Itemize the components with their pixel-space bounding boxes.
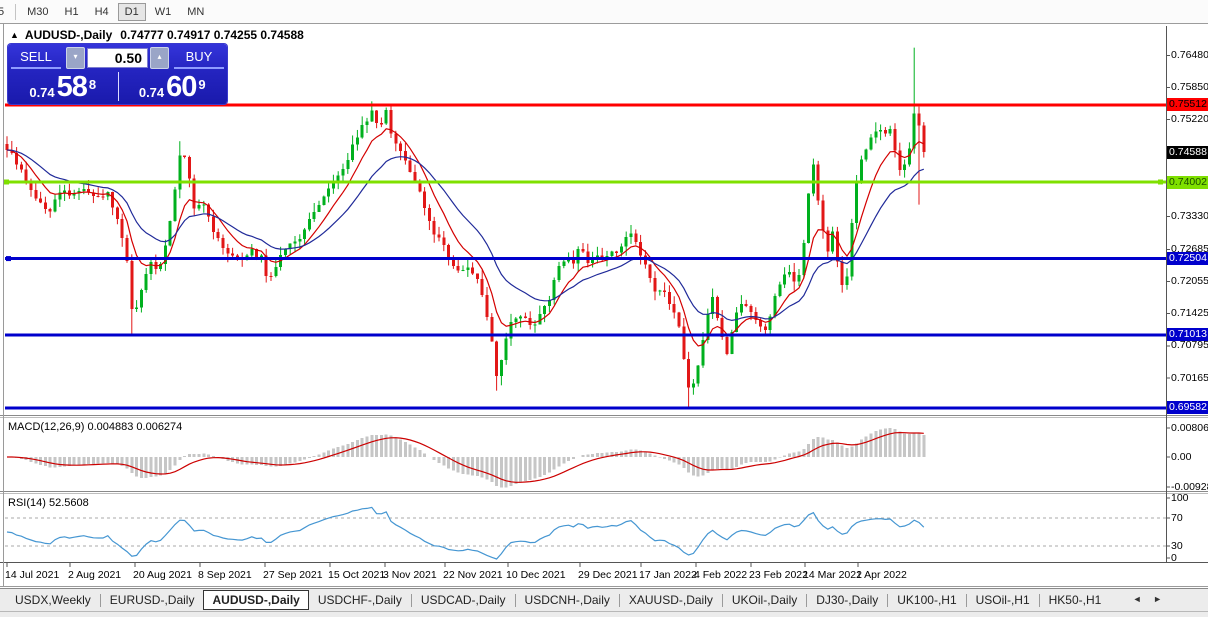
chart-ohlc-values: 0.74777 0.74917 0.74255 0.74588: [120, 28, 304, 42]
price-tick-label: 0.70165: [1171, 371, 1208, 384]
chart-symbol-label: AUDUSD-,Daily: [24, 28, 113, 42]
tab-uk100-h1[interactable]: UK100-,H1: [888, 590, 965, 610]
date-tick-label: 20 Aug 2021: [133, 569, 192, 581]
tab-ukoil-daily[interactable]: UKOil-,Daily: [723, 590, 806, 610]
rsi-axis-label: 70: [1171, 511, 1183, 524]
date-tick-label: 23 Feb 2022: [749, 569, 808, 581]
one-click-trading-panel: SELL ▾ 0.50 ▴ BUY 0.74 58 8 0.74 60 9: [8, 44, 227, 104]
price-tick-label: 0.73330: [1171, 209, 1208, 222]
buy-price-main: 60: [166, 71, 197, 103]
tab-usdcnh-daily[interactable]: USDCNH-,Daily: [516, 590, 619, 610]
rsi-indicator-label: RSI(14) 52.5608: [8, 497, 89, 509]
chart-tab-bar: USDX,Weekly EURUSD-,Daily AUDUSD-,Daily USD…: [0, 588, 1208, 611]
volume-down-button[interactable]: ▾: [66, 47, 85, 69]
tab-usdx-weekly[interactable]: USDX,Weekly: [6, 590, 100, 610]
price-tick-label: 0.71425: [1171, 307, 1208, 320]
buy-price-prefix: 0.74: [138, 85, 165, 100]
sell-price-main: 58: [56, 71, 88, 103]
date-tick-label: 14 Jul 2021: [5, 569, 60, 581]
date-tick-label: 15 Oct 2021: [328, 569, 386, 581]
volume-input[interactable]: 0.50: [87, 48, 148, 68]
timeframe-button-mn[interactable]: MN: [180, 3, 211, 21]
macd-axis-label: 0.008061: [1171, 421, 1208, 434]
timeframe-button-h1[interactable]: H1: [58, 3, 86, 21]
date-tick-label: 27 Sep 2021: [263, 569, 323, 581]
chart-tabs: USDX,Weekly EURUSD-,Daily AUDUSD-,Daily USD…: [0, 589, 1110, 611]
rsi-axis-label: 30: [1171, 539, 1183, 552]
timeframe-button-d1[interactable]: D1: [117, 2, 146, 21]
chart-title: ▲ AUDUSD-,Daily 0.74777 0.74917 0.74255 0.…: [10, 28, 304, 42]
sell-price-prefix: 0.74: [29, 85, 55, 100]
tab-audusd-daily[interactable]: AUDUSD-,Daily: [203, 590, 309, 610]
price-tick-label: 0.75220: [1171, 113, 1208, 126]
timeframe-button-5[interactable]: 5: [0, 3, 11, 21]
sell-price-pip: 8: [88, 77, 97, 92]
tab-usoil-h1[interactable]: USOil-,H1: [967, 590, 1039, 610]
timeframe-button-w1[interactable]: W1: [148, 3, 179, 21]
timeframe-button-m30[interactable]: M30: [20, 3, 55, 21]
buy-price-pip: 9: [198, 77, 206, 92]
tab-usdcad-daily[interactable]: USDCAD-,Daily: [412, 590, 515, 610]
date-tick-label: 29 Dec 2021: [578, 569, 638, 581]
collapse-panel-icon[interactable]: ▲: [10, 30, 19, 40]
price-divider: [117, 72, 119, 101]
support-line-badge: 0.72504: [1167, 252, 1208, 266]
window-bottom-edge: [0, 611, 1208, 617]
support-line-badge: 0.71013: [1167, 328, 1208, 342]
date-tick-label: 1 Apr 2022: [856, 569, 907, 581]
date-tick-label: 2 Aug 2021: [68, 569, 122, 581]
macd-axis-label: 0.00: [1171, 450, 1192, 463]
buy-price[interactable]: 0.74 60 9: [118, 71, 228, 103]
volume-up-button[interactable]: ▴: [150, 47, 169, 69]
date-tick-label: 8 Sep 2021: [198, 569, 252, 581]
tab-usdchf-daily[interactable]: USDCHF-,Daily: [309, 590, 411, 610]
tab-scroll-right-icon[interactable]: ►: [1153, 594, 1162, 604]
date-tick-label: 22 Nov 2021: [443, 569, 503, 581]
price-tick-label: 0.75850: [1171, 81, 1208, 94]
date-tick-label: 10 Dec 2021: [506, 569, 566, 581]
sell-price[interactable]: 0.74 58 8: [8, 71, 118, 103]
tab-dj30-daily[interactable]: DJ30-,Daily: [807, 590, 887, 610]
tab-xauusd-daily[interactable]: XAUUSD-,Daily: [620, 590, 722, 610]
rsi-axis-label: 100: [1171, 491, 1189, 504]
tab-scroll-left-icon[interactable]: ◄: [1133, 594, 1142, 604]
price-tick-label: 0.72055: [1171, 275, 1208, 288]
support-line-badge: 0.74002: [1167, 175, 1208, 189]
date-tick-label: 17 Jan 2022: [639, 569, 697, 581]
timeframe-toolbar: 5 M30 H1 H4 D1 W1 MN: [0, 0, 1208, 24]
tab-hk50-h1[interactable]: HK50-,H1: [1040, 590, 1111, 610]
toolbar-separator: [15, 3, 17, 20]
date-tick-label: 4 Feb 2022: [694, 569, 748, 581]
tab-scroll-buttons: ◄ ►: [1124, 594, 1162, 604]
rsi-axis-label: 0: [1171, 551, 1177, 564]
resistance-line-badge: 0.75512: [1167, 98, 1208, 112]
buy-button[interactable]: BUY: [174, 47, 224, 69]
sell-button[interactable]: SELL: [11, 47, 61, 69]
date-tick-label: 3 Nov 2021: [383, 569, 437, 581]
support-line-badge: 0.69582: [1167, 401, 1208, 415]
timeframe-button-h4[interactable]: H4: [88, 3, 116, 21]
trading-terminal-window: 5 M30 H1 H4 D1 W1 MN ▲ AUDUSD-,Daily 0.74777 0.7…: [0, 0, 1208, 617]
tab-eurusd-daily[interactable]: EURUSD-,Daily: [101, 590, 204, 610]
price-tick-label: 0.76480: [1171, 48, 1208, 61]
macd-indicator-label: MACD(12,26,9) 0.004883 0.006274: [8, 421, 183, 433]
date-tick-label: 14 Mar 2022: [803, 569, 862, 581]
current-price-badge: 0.74588: [1167, 145, 1208, 159]
